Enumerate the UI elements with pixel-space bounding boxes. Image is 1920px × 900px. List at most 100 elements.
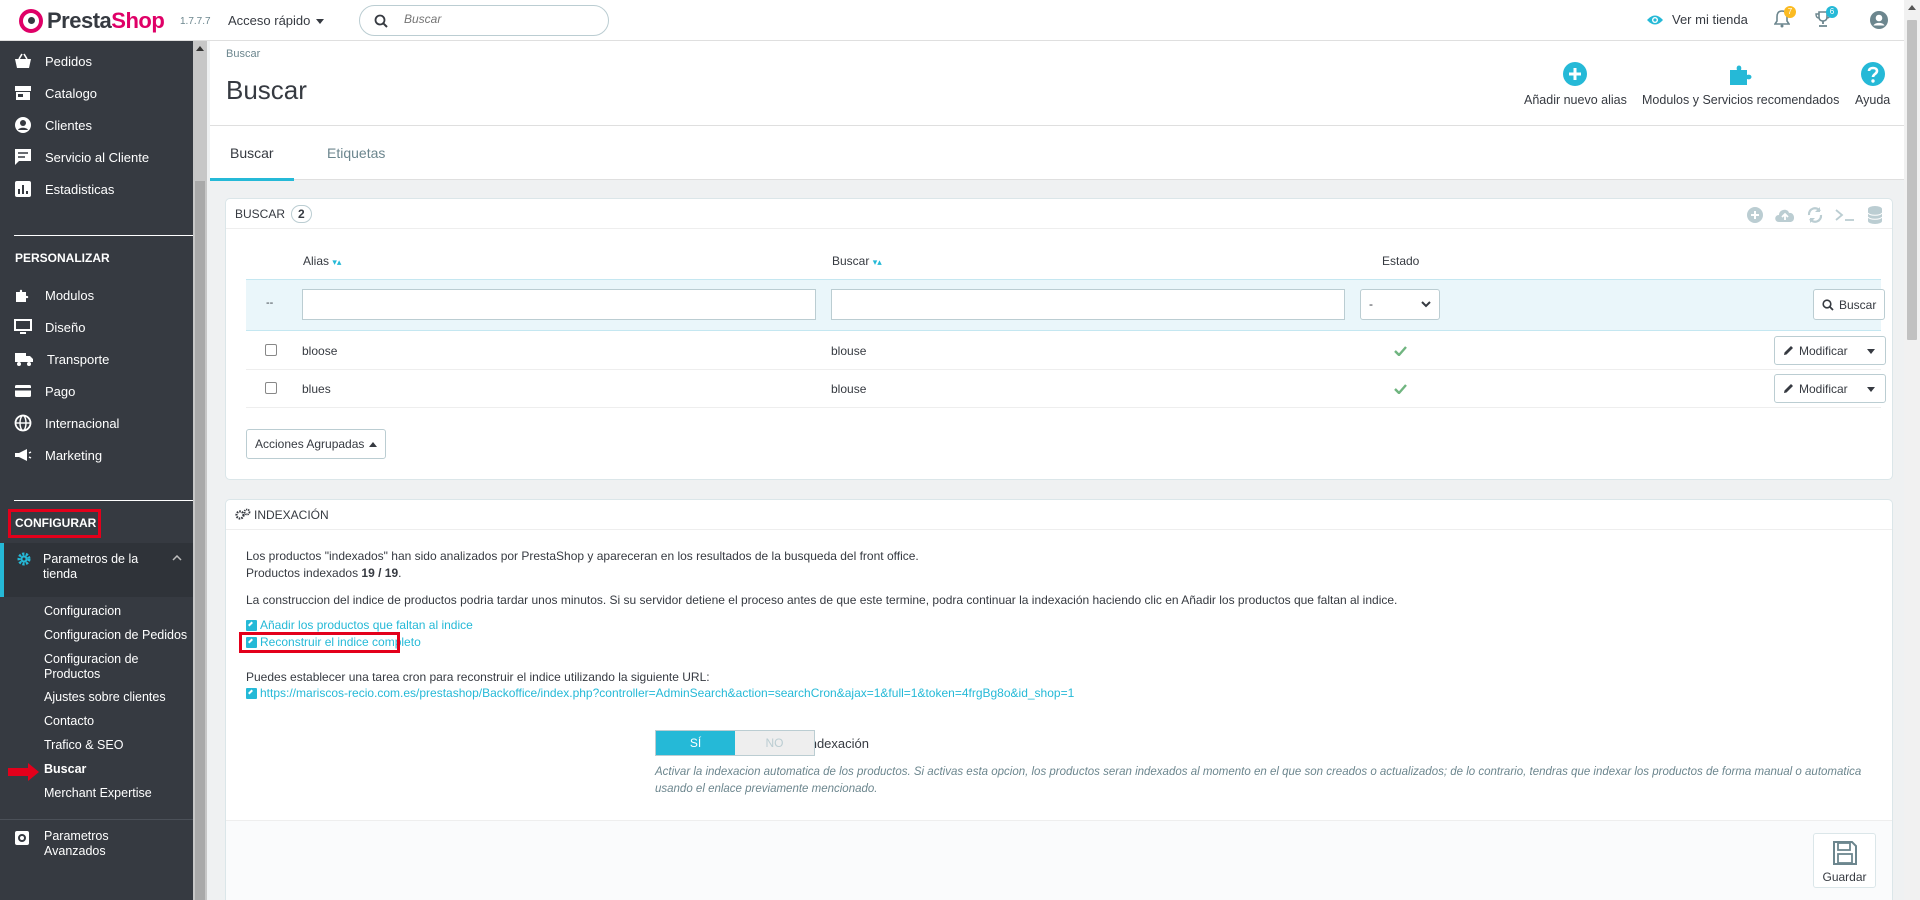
sidebar-item-orders[interactable]: Pedidos — [0, 45, 193, 77]
sub-item-productos[interactable]: Configuracion de Productos — [0, 652, 150, 690]
chart-icon — [15, 181, 31, 197]
help-button[interactable]: Ayuda — [1855, 61, 1890, 107]
filter-alias-input[interactable] — [302, 289, 816, 320]
sidebar-scrollbar[interactable] — [193, 41, 207, 900]
employee-menu[interactable] — [1869, 10, 1889, 33]
edit-button[interactable]: Modificar — [1774, 374, 1886, 403]
sidebar-label: Clientes — [45, 117, 92, 133]
search-input[interactable] — [404, 12, 594, 26]
column-alias[interactable]: Alias ▾▴ — [303, 254, 341, 268]
breadcrumb[interactable]: Buscar — [226, 48, 260, 60]
sidebar-item-customer-service[interactable]: Servicio al Cliente — [0, 141, 193, 173]
logo-text-1: Presta — [47, 8, 112, 33]
recommended-modules-button[interactable]: Modulos y Servicios recomendados — [1642, 61, 1839, 107]
sidebar-item-marketing[interactable]: Marketing — [0, 439, 193, 471]
bulk-actions-button[interactable]: Acciones Agrupadas — [246, 429, 387, 459]
sub-item-clientes[interactable]: Ajustes sobre clientes — [0, 690, 193, 714]
sub-item-merchant[interactable]: Merchant Expertise — [0, 786, 193, 810]
main-scrollbar[interactable] — [1904, 0, 1920, 900]
panel-footer: Guardar — [226, 820, 1892, 900]
sidebar-item-shipping[interactable]: Transporte — [0, 343, 193, 375]
sidebar-item-customers[interactable]: Clientes — [0, 109, 193, 141]
logo-text-2: Shop — [111, 8, 165, 33]
filter-buscar-input[interactable] — [831, 289, 1345, 320]
add-missing-link[interactable]: Añadir los productos que faltan al indic… — [246, 618, 473, 632]
filter-search-button[interactable]: Buscar — [1813, 289, 1886, 320]
sidebar-item-payment[interactable]: Pago — [0, 375, 193, 407]
scroll-up-arrow[interactable] — [196, 46, 204, 51]
page-tabs: Buscar Etiquetas — [210, 125, 1904, 181]
sidebar-item-catalog[interactable]: Catalogo — [0, 77, 193, 109]
save-button[interactable]: Guardar — [1813, 833, 1876, 888]
header-search[interactable] — [359, 5, 609, 36]
gear-icon — [17, 552, 31, 566]
row-checkbox[interactable] — [265, 344, 277, 356]
dropdown-caret-icon[interactable] — [1867, 387, 1875, 392]
column-buscar-label: Buscar — [832, 254, 870, 268]
edit-label: Modificar — [1799, 343, 1848, 358]
section-personalizar: PERSONALIZAR — [15, 251, 110, 265]
tab-etiquetas[interactable]: Etiquetas — [307, 126, 405, 181]
sidebar-item-design[interactable]: Diseño — [0, 311, 193, 343]
filter-estado-select[interactable]: - — [1360, 289, 1440, 320]
sort-icon[interactable]: ▾▴ — [332, 257, 341, 267]
filter-dash: -- — [266, 297, 274, 309]
add-missing-label: Añadir los productos que faltan al indic… — [260, 618, 473, 632]
tab-buscar[interactable]: Buscar — [210, 126, 294, 181]
column-buscar[interactable]: Buscar ▾▴ — [832, 254, 882, 268]
cloud-export-icon[interactable] — [1774, 207, 1796, 223]
sidebar-item-stats[interactable]: Estadisticas — [0, 173, 193, 205]
sidebar-item-shop-parameters[interactable]: Parametros de la tienda — [0, 543, 193, 597]
scroll-up-arrow[interactable] — [1908, 5, 1916, 10]
indexed-count: Productos indexados 19 / 19. — [246, 566, 402, 580]
database-icon[interactable] — [1866, 205, 1884, 225]
row-search: blouse — [831, 382, 867, 396]
edit-button[interactable]: Modificar — [1774, 336, 1886, 365]
cron-url-link[interactable]: https://mariscos-recio.com.es/prestashop… — [246, 686, 1074, 700]
column-estado: Estado — [1382, 254, 1420, 268]
sub-item-configuracion[interactable]: Configuracion — [0, 604, 193, 628]
sidebar-item-international[interactable]: Internacional — [0, 407, 193, 439]
customers-notification[interactable]: 6 — [1814, 6, 1838, 31]
sub-item-pedidos[interactable]: Configuracion de Pedidos — [0, 628, 193, 652]
check-icon[interactable] — [1394, 346, 1407, 356]
indexation-help: Activar la indexacion automatica de los … — [655, 766, 1862, 795]
sidebar-label: Servicio al Cliente — [45, 149, 150, 165]
scroll-thumb[interactable] — [1907, 20, 1917, 340]
sidebar-label: Estadisticas — [45, 181, 115, 197]
external-link-icon — [246, 619, 257, 631]
scroll-thumb[interactable] — [195, 181, 205, 900]
orders-notification[interactable]: 7 — [1773, 6, 1796, 31]
prestashop-logo[interactable]: PrestaShop — [19, 8, 165, 34]
sidebar-label: Modulos — [45, 287, 95, 303]
filter-search-label: Buscar — [1839, 297, 1877, 312]
orders-badge: 7 — [1784, 6, 1796, 18]
toggle-no[interactable]: NO — [735, 731, 814, 755]
indexed-value: 19 / 19 — [361, 566, 399, 580]
indexation-toggle[interactable]: SÍ NO — [655, 730, 815, 756]
dropdown-caret-icon[interactable] — [1867, 349, 1875, 354]
table-row[interactable]: blues blouse Modificar — [246, 370, 1886, 408]
row-checkbox[interactable] — [265, 382, 277, 394]
refresh-icon[interactable] — [1806, 206, 1824, 224]
count-badge: 2 — [291, 204, 312, 223]
sidebar-item-advanced[interactable]: Parametros Avanzados — [0, 826, 193, 866]
floppy-disk-icon — [1832, 841, 1857, 865]
sub-item-contacto[interactable]: Contacto — [0, 714, 193, 738]
quick-access-dropdown[interactable]: Acceso rápido — [228, 13, 324, 28]
check-icon[interactable] — [1394, 384, 1407, 394]
prestashop-logo-icon — [19, 9, 43, 33]
view-store-link[interactable]: Ver mi tienda — [1646, 12, 1748, 27]
divider — [14, 235, 193, 236]
sub-item-trafico[interactable]: Trafico & SEO — [0, 738, 193, 762]
advanced-gear-icon — [15, 831, 29, 845]
monitor-icon — [14, 319, 32, 334]
terminal-icon[interactable] — [1834, 207, 1856, 223]
add-alias-button[interactable]: Añadir nuevo alias — [1524, 61, 1627, 107]
table-row[interactable]: bloose blouse Modificar — [246, 332, 1886, 370]
sort-icon[interactable]: ▾▴ — [873, 257, 882, 267]
row-alias: bloose — [302, 344, 338, 358]
add-new-icon[interactable] — [1746, 206, 1764, 224]
toggle-yes[interactable]: SÍ — [656, 731, 735, 755]
sidebar-item-modules[interactable]: Modulos — [0, 279, 193, 311]
